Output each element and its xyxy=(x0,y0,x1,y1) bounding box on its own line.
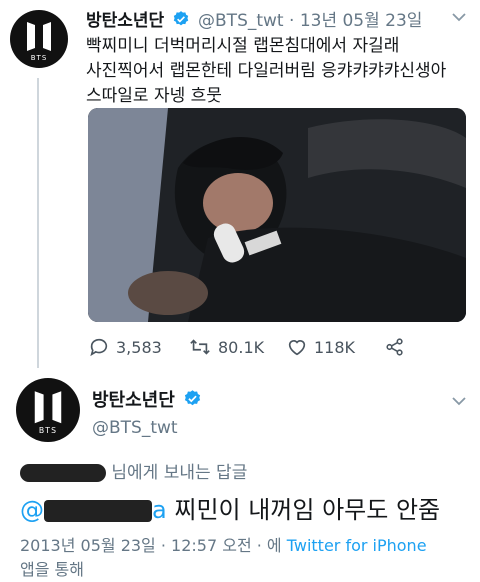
avatar-text: BTS xyxy=(31,54,48,62)
reply-count: 3,583 xyxy=(116,337,162,357)
redacted-username xyxy=(20,464,106,482)
retweet-count: 80.1K xyxy=(218,337,265,357)
timestamp-line: 2013년 05월 23일 · 12:57 오전 · 에 Twitter for… xyxy=(20,532,427,556)
display-name-text: 방탄소년단 xyxy=(92,390,175,411)
retweet-action[interactable]: 80.1K xyxy=(188,336,264,358)
timestamp[interactable]: 2013년 05월 23일 · 12:57 오전 · 에 xyxy=(20,536,282,555)
like-action[interactable]: 118K xyxy=(286,336,355,358)
display-name[interactable]: 방탄소년단 xyxy=(86,11,164,31)
like-icon xyxy=(288,340,306,356)
verified-badge xyxy=(173,11,188,26)
photo-content xyxy=(88,108,466,322)
avatar[interactable]: BTS xyxy=(16,378,80,442)
source-link[interactable]: Twitter for iPhone xyxy=(287,536,427,555)
handle[interactable]: @BTS_twt xyxy=(198,11,284,31)
retweet-icon xyxy=(190,339,210,355)
reply-icon xyxy=(90,338,108,357)
chevron-down-icon[interactable] xyxy=(452,396,466,406)
avatar-text: BTS xyxy=(39,426,57,435)
redacted-mention xyxy=(44,500,152,522)
like-count: 118K xyxy=(314,337,356,357)
share-action[interactable] xyxy=(384,336,406,358)
avatar[interactable]: BTS xyxy=(10,10,68,68)
verified-badge xyxy=(184,390,201,406)
reply-to-label: 님에게 보내는 답글 xyxy=(111,463,248,483)
bts-logo: BTS xyxy=(27,22,51,62)
tweet-photo[interactable] xyxy=(88,108,466,322)
tweet-text: 빡찌미니 더벅머리시절 랩몬침대에서 자길래 사진찍어서 랩몬한테 다일러버림 … xyxy=(86,36,447,106)
reply-context: 님에게 보내는 답글 xyxy=(20,458,247,483)
separator: · xyxy=(289,11,295,31)
display-name[interactable]: 방탄소년단 xyxy=(92,386,205,412)
tweet-actions: 3,583 80.1K 118K xyxy=(88,336,428,360)
tweet-header: 방탄소년단 @BTS_twt · 13년 05월 23일 xyxy=(86,6,422,31)
tweet-date[interactable]: 13년 05월 23일 xyxy=(300,11,423,31)
thread-line xyxy=(37,78,39,368)
handle[interactable]: @BTS_twt xyxy=(92,418,178,438)
share-icon xyxy=(386,338,403,356)
chevron-down-icon[interactable] xyxy=(452,12,466,22)
via-text: 앱을 통해 xyxy=(20,560,84,579)
mention-link[interactable]: @ a xyxy=(20,496,167,524)
reply-body: 찌민이 내꺼임 아무도 안줌 xyxy=(174,496,441,524)
mention-tail: a xyxy=(152,496,167,524)
reply-action[interactable]: 3,583 xyxy=(88,336,162,358)
bts-logo: BTS xyxy=(34,391,62,435)
mention-prefix: @ xyxy=(20,496,44,524)
reply-text: @ a 찌민이 내꺼임 아무도 안줌 xyxy=(20,490,440,525)
